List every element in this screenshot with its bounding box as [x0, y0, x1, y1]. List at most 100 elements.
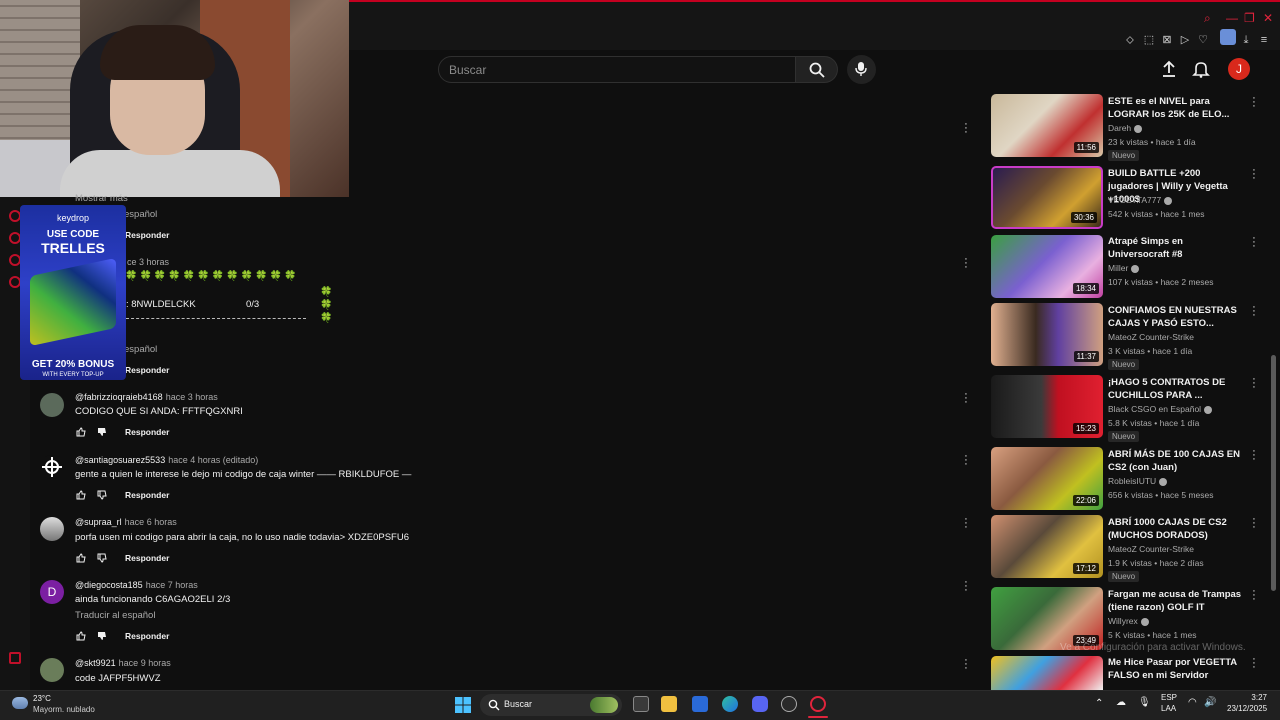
close-icon[interactable]: ✕: [1263, 11, 1273, 25]
translate-link[interactable]: español: [124, 209, 157, 220]
video-menu-icon[interactable]: · · ·: [1250, 514, 1258, 533]
comment-author[interactable]: @skt9921: [75, 658, 116, 668]
channel-name[interactable]: MateoZ Counter-Strike: [1108, 544, 1194, 554]
like-icon[interactable]: [76, 490, 86, 500]
wifi-icon[interactable]: ◠: [1188, 697, 1197, 708]
video-menu-icon[interactable]: · · ·: [1250, 374, 1258, 393]
channel-name[interactable]: Dareh: [1108, 123, 1143, 133]
screenshot-icon[interactable]: ⬚: [1142, 33, 1156, 47]
video-menu-icon[interactable]: · · ·: [1250, 93, 1258, 112]
weather-icon[interactable]: [12, 697, 28, 709]
reply-button[interactable]: Responder: [125, 631, 169, 641]
taskbar-search[interactable]: Buscar: [480, 694, 622, 716]
profile-avatar[interactable]: J: [1228, 58, 1250, 80]
translate-link[interactable]: Traducir al español: [75, 610, 155, 621]
reply-button[interactable]: Responder: [125, 490, 169, 500]
weather-temp[interactable]: 23°C: [33, 694, 51, 703]
voice-search-button[interactable]: [847, 55, 876, 84]
avatar[interactable]: [40, 455, 64, 479]
channel-name[interactable]: Black CSGO en Español: [1108, 404, 1213, 414]
cloud-icon[interactable]: ☁: [1116, 697, 1126, 708]
store-icon[interactable]: [692, 696, 708, 712]
dislike-icon[interactable]: [97, 631, 107, 641]
video-title[interactable]: ABRÍ 1000 CAJAS DE CS2 (MUCHOS DORADOS): [1108, 516, 1246, 542]
clock-date[interactable]: 23/12/2025: [1227, 704, 1267, 713]
minimize-icon[interactable]: —: [1226, 11, 1238, 25]
video-thumbnail[interactable]: 11:37: [991, 303, 1103, 366]
search-button[interactable]: [796, 56, 838, 83]
file-explorer-icon[interactable]: [661, 696, 677, 712]
reply-button[interactable]: Responder: [125, 427, 169, 437]
edge-icon[interactable]: [722, 696, 738, 712]
send-icon[interactable]: ▷: [1178, 33, 1192, 47]
video-thumbnail[interactable]: 22:06: [991, 447, 1103, 510]
video-title[interactable]: Atrapé Simps en Universocraft #8: [1108, 235, 1246, 261]
video-title[interactable]: CONFIAMOS EN NUESTRAS CAJAS Y PASÓ ESTO.…: [1108, 304, 1246, 330]
video-title[interactable]: ¡HAGO 5 CONTRATOS DE CUCHILLOS PARA ...: [1108, 376, 1246, 402]
menu-icon[interactable]: ≡: [1257, 33, 1271, 47]
like-icon[interactable]: [76, 427, 86, 437]
keydrop-ad[interactable]: keydrop USE CODE TRELLES GET 20% BONUS W…: [20, 205, 126, 380]
translate-link[interactable]: español: [124, 344, 157, 355]
comment-author[interactable]: @diegocosta185: [75, 580, 143, 590]
browser-profile-icon[interactable]: [1220, 29, 1236, 45]
start-button[interactable]: [455, 697, 471, 713]
avatar[interactable]: D: [40, 580, 64, 604]
reply-button[interactable]: Responder: [125, 230, 169, 240]
volume-icon[interactable]: 🔊: [1204, 697, 1216, 708]
extension-icon[interactable]: ⬦: [1123, 33, 1137, 47]
video-title[interactable]: Fargan me acusa de Trampas (tiene razon)…: [1108, 588, 1246, 614]
channel-name[interactable]: RobleisIUTU: [1108, 476, 1168, 486]
video-menu-icon[interactable]: · · ·: [1250, 654, 1258, 673]
channel-name[interactable]: Miller: [1108, 263, 1140, 273]
video-menu-icon[interactable]: · · ·: [1250, 586, 1258, 605]
video-thumbnail[interactable]: 30:36: [991, 166, 1103, 229]
video-menu-icon[interactable]: · · ·: [1250, 446, 1258, 465]
like-icon[interactable]: [76, 631, 86, 641]
comment-author[interactable]: @santiagosuarez5533: [75, 455, 165, 465]
comment-menu-icon[interactable]: · · ·: [962, 254, 970, 273]
obs-icon[interactable]: [781, 696, 797, 712]
clock-time[interactable]: 3:27: [1227, 693, 1267, 702]
video-menu-icon[interactable]: · · ·: [1250, 302, 1258, 321]
microphone-icon[interactable]: 🎙: [1138, 697, 1151, 708]
comment-author[interactable]: @fabrizzioqraieb4168: [75, 392, 163, 402]
notifications-button[interactable]: [1192, 60, 1210, 78]
dislike-icon[interactable]: [97, 553, 107, 563]
avatar[interactable]: [40, 517, 64, 541]
discord-icon[interactable]: [752, 696, 768, 712]
taskview-icon[interactable]: [633, 696, 649, 712]
video-menu-icon[interactable]: · · ·: [1250, 233, 1258, 252]
sidebar-gx-icon[interactable]: [9, 652, 21, 664]
comment-menu-icon[interactable]: · · ·: [962, 577, 970, 596]
comment-menu-icon[interactable]: · · ·: [962, 655, 970, 674]
language-code[interactable]: ESP: [1161, 693, 1177, 702]
dislike-icon[interactable]: [97, 490, 107, 500]
video-thumbnail[interactable]: 15:23: [991, 375, 1103, 438]
video-thumbnail[interactable]: 11:56: [991, 94, 1103, 157]
channel-name[interactable]: VEGETTA777: [1108, 195, 1173, 205]
video-thumbnail[interactable]: 23:49: [991, 587, 1103, 650]
video-title[interactable]: ABRÍ MÁS DE 100 CAJAS EN CS2 (con Juan): [1108, 448, 1246, 474]
show-more-link[interactable]: Mostrar más: [75, 193, 128, 204]
avatar[interactable]: [40, 393, 64, 417]
comment-menu-icon[interactable]: · · ·: [962, 514, 970, 533]
shield-icon[interactable]: ⊠: [1160, 33, 1174, 47]
video-menu-icon[interactable]: · · ·: [1250, 165, 1258, 184]
dislike-icon[interactable]: [97, 427, 107, 437]
create-button[interactable]: [1160, 60, 1178, 78]
comment-menu-icon[interactable]: · · ·: [962, 119, 970, 138]
opera-gx-icon[interactable]: [810, 696, 826, 712]
maximize-icon[interactable]: ❐: [1244, 11, 1255, 25]
video-thumbnail[interactable]: 18:34: [991, 235, 1103, 298]
video-title[interactable]: Me Hice Pasar por VEGETTA FALSO en mi Se…: [1108, 656, 1246, 682]
search-input[interactable]: [449, 62, 779, 78]
comment-menu-icon[interactable]: · · ·: [962, 389, 970, 408]
like-icon[interactable]: [76, 553, 86, 563]
avatar[interactable]: [40, 658, 64, 682]
comment-author[interactable]: @supraa_rl: [75, 517, 122, 527]
channel-name[interactable]: Willyrex: [1108, 616, 1149, 626]
scrollbar[interactable]: [1271, 355, 1276, 591]
reply-button[interactable]: Responder: [125, 365, 169, 375]
channel-name[interactable]: MateoZ Counter-Strike: [1108, 332, 1194, 342]
